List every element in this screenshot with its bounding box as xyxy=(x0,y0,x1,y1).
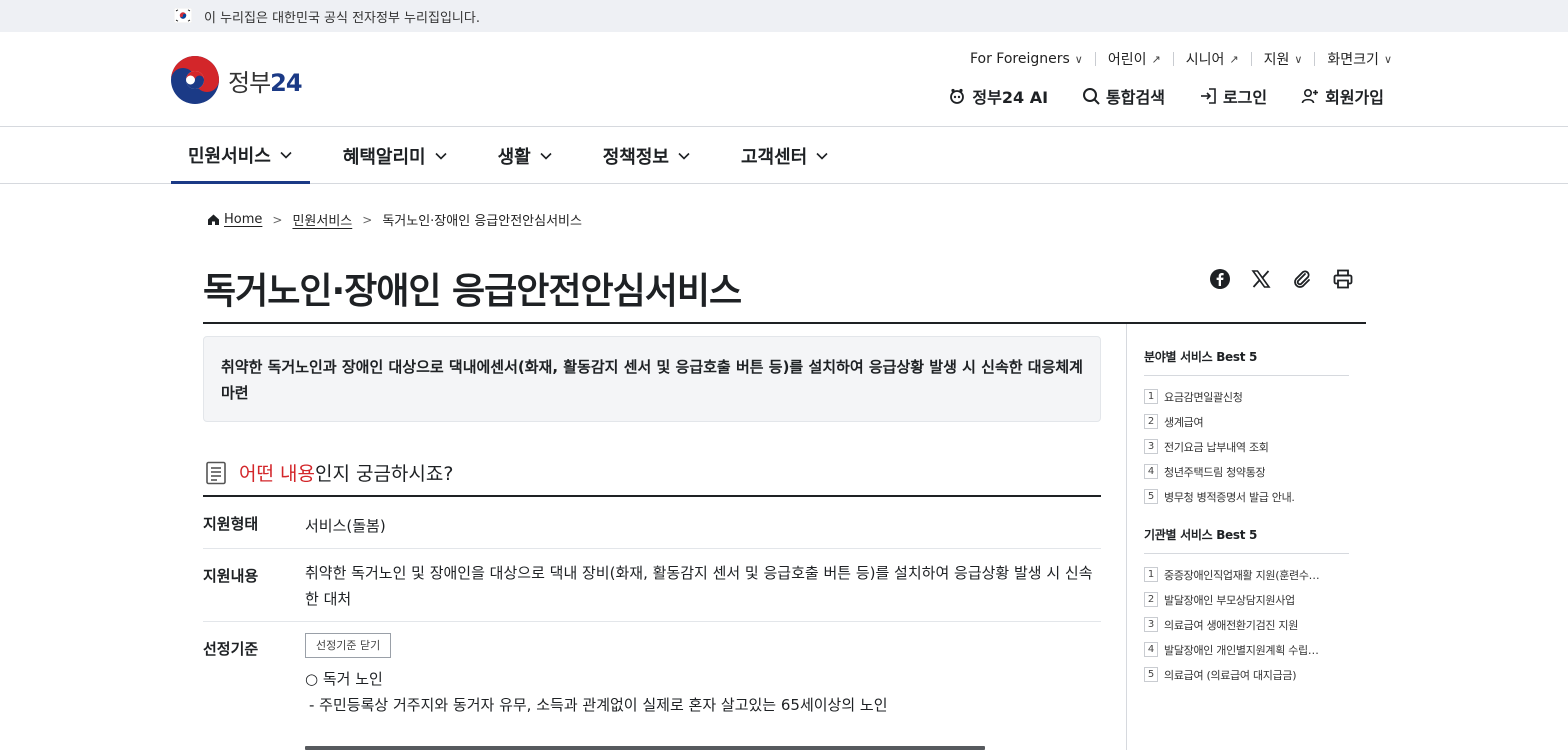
criteria-toggle-button[interactable]: 선정기준 닫기 xyxy=(305,633,392,658)
list-item[interactable]: 2 발달장애인 부모상담지원사업 xyxy=(1144,587,1349,612)
integrated-search-button[interactable]: 통합검색 xyxy=(1082,84,1165,108)
chevron-down-icon: ∨ xyxy=(1074,52,1083,66)
criteria-item: ○ 독거 노인 xyxy=(305,670,383,688)
x-twitter-icon[interactable] xyxy=(1250,268,1272,290)
detail-label: 선정기준 xyxy=(203,640,259,658)
section-heading-text: 어떤 내용인지 궁금하시죠? xyxy=(239,463,454,485)
korean-flag-icon xyxy=(174,8,192,23)
chevron-down-icon xyxy=(678,152,690,160)
nav-item-policy[interactable]: 정책정보 xyxy=(586,128,708,184)
breadcrumb-home[interactable]: Home xyxy=(224,212,262,227)
gov-banner: 이 누리집은 대한민국 공식 전자정부 누리집입니다. xyxy=(0,0,1568,32)
criteria-overflow-text xyxy=(305,740,1005,750)
main-navigation: 민원서비스 혜택알리미 생활 정책정보 고객센터 xyxy=(0,128,1568,184)
chevron-down-icon xyxy=(816,152,828,160)
detail-row-support-type: 지원형태 서비스(돌봄) xyxy=(203,497,1101,549)
login-icon xyxy=(1200,88,1216,104)
header-actions: 정부24 AI 통합검색 로그인 회원가입 xyxy=(948,84,1384,108)
site-logo[interactable]: 정부24 xyxy=(170,54,330,106)
nav-item-life[interactable]: 생활 xyxy=(481,128,570,184)
detail-label: 지원내용 xyxy=(203,567,259,585)
external-link-icon: ↗ xyxy=(1229,52,1239,66)
screen-size-menu[interactable]: 화면크기 ∨ xyxy=(1315,50,1392,68)
detail-value: 서비스(돌봄) xyxy=(305,517,386,535)
home-icon xyxy=(208,214,219,225)
best-by-agency-panel: 기관별 서비스 Best 5 1 중증장애인직업재활 지원(훈련수… 2 발달장애인… xyxy=(1144,526,1349,687)
list-item[interactable]: 1 중증장애인직업재활 지원(훈련수… xyxy=(1144,562,1349,587)
ai-icon xyxy=(950,88,965,104)
site-header: 정부24 For Foreigners ∨ 어린이 ↗ 시니어 ↗ 지원 ∨ 화… xyxy=(0,32,1568,127)
criteria-item-detail: - 주민등록상 거주지와 동거자 유무, 소득과 관계없이 실제로 혼자 살고있… xyxy=(309,696,888,714)
breadcrumb-civil-services[interactable]: 민원서비스 xyxy=(292,210,352,229)
panel-title: 분야별 서비스 Best 5 xyxy=(1144,348,1349,376)
chevron-down-icon xyxy=(280,151,292,159)
list-item[interactable]: 3 전기요금 납부내역 조회 xyxy=(1144,434,1349,459)
document-icon xyxy=(206,461,226,484)
nav-item-civil-services[interactable]: 민원서비스 xyxy=(171,128,310,184)
add-user-icon xyxy=(1301,88,1319,104)
service-summary: 취약한 독거노인과 장애인 대상으로 댁내에센서(화재, 활동감지 센서 및 응… xyxy=(203,336,1101,422)
nav-item-customer-center[interactable]: 고객센터 xyxy=(724,128,846,184)
ai-button[interactable]: 정부24 AI xyxy=(948,84,1048,108)
utility-menu: For Foreigners ∨ 어린이 ↗ 시니어 ↗ 지원 ∨ 화면크기 ∨ xyxy=(958,50,1392,68)
share-tools xyxy=(1209,268,1354,290)
list-item[interactable]: 2 생계급여 xyxy=(1144,409,1349,434)
list-item[interactable]: 1 요금감면일괄신청 xyxy=(1144,384,1349,409)
title-divider xyxy=(203,322,1366,324)
signup-button[interactable]: 회원가입 xyxy=(1301,84,1384,108)
criteria-content: ○ 독거 노인 - 주민등록상 거주지와 동거자 유무, 소득과 관계없이 실제… xyxy=(305,666,888,718)
panel-title: 기관별 서비스 Best 5 xyxy=(1144,526,1349,554)
facebook-icon[interactable] xyxy=(1209,268,1231,290)
support-menu[interactable]: 지원 ∨ xyxy=(1252,50,1315,68)
nav-item-benefits[interactable]: 혜택알리미 xyxy=(326,128,465,184)
list-item[interactable]: 3 의료급여 생애전환기검진 지원 xyxy=(1144,612,1349,637)
list-item[interactable]: 5 의료급여 (의료급여 대지급금) xyxy=(1144,662,1349,687)
for-foreigners-menu[interactable]: For Foreigners ∨ xyxy=(958,50,1095,68)
detail-label: 지원형태 xyxy=(203,515,259,533)
chevron-down-icon: ∨ xyxy=(1383,52,1392,66)
detail-row-support-content: 지원내용 취약한 독거노인 및 장애인을 대상으로 댁내 장비(화재, 활동감지… xyxy=(203,549,1101,622)
chevron-down-icon xyxy=(435,152,447,160)
login-button[interactable]: 로그인 xyxy=(1199,84,1267,108)
taegeuk-logo-icon xyxy=(171,56,219,104)
senior-link[interactable]: 시니어 ↗ xyxy=(1174,50,1251,68)
list-item[interactable]: 5 병무청 병적증명서 발급 안내. xyxy=(1144,484,1349,509)
search-icon xyxy=(1083,88,1100,105)
chevron-right-icon: > xyxy=(362,212,373,227)
list-item[interactable]: 4 발달장애인 개인별지원계획 수립… xyxy=(1144,637,1349,662)
kids-link[interactable]: 어린이 ↗ xyxy=(1096,50,1173,68)
logo-wordmark: 정부24 xyxy=(228,68,303,97)
detail-value: 취약한 독거노인 및 장애인을 대상으로 댁내 장비(화재, 활동감지 센서 및… xyxy=(305,564,1093,608)
sidebar-divider xyxy=(1126,324,1127,750)
breadcrumb: Home > 민원서비스 > 독거노인·장애인 응급안전안심서비스 xyxy=(207,210,582,229)
breadcrumb-current: 독거노인·장애인 응급안전안심서비스 xyxy=(382,214,582,229)
section-heading: 어떤 내용인지 궁금하시죠? xyxy=(205,459,453,486)
list-item[interactable]: 4 청년주택드림 청약통장 xyxy=(1144,459,1349,484)
link-copy-icon[interactable] xyxy=(1291,268,1313,290)
gov-banner-text: 이 누리집은 대한민국 공식 전자정부 누리집입니다. xyxy=(204,11,480,26)
chevron-down-icon: ∨ xyxy=(1294,52,1303,66)
chevron-right-icon: > xyxy=(272,212,283,227)
print-icon[interactable] xyxy=(1332,268,1354,290)
external-link-icon: ↗ xyxy=(1151,52,1161,66)
best-by-field-panel: 분야별 서비스 Best 5 1 요금감면일괄신청 2 생계급여 3 전기요금 납부내… xyxy=(1144,348,1349,509)
page-title: 독거노인·장애인 응급안전안심서비스 xyxy=(203,271,742,312)
chevron-down-icon xyxy=(540,152,552,160)
detail-row-criteria: 선정기준 선정기준 닫기 ○ 독거 노인 - 주민등록상 거주지와 동거자 유무… xyxy=(203,622,1101,750)
